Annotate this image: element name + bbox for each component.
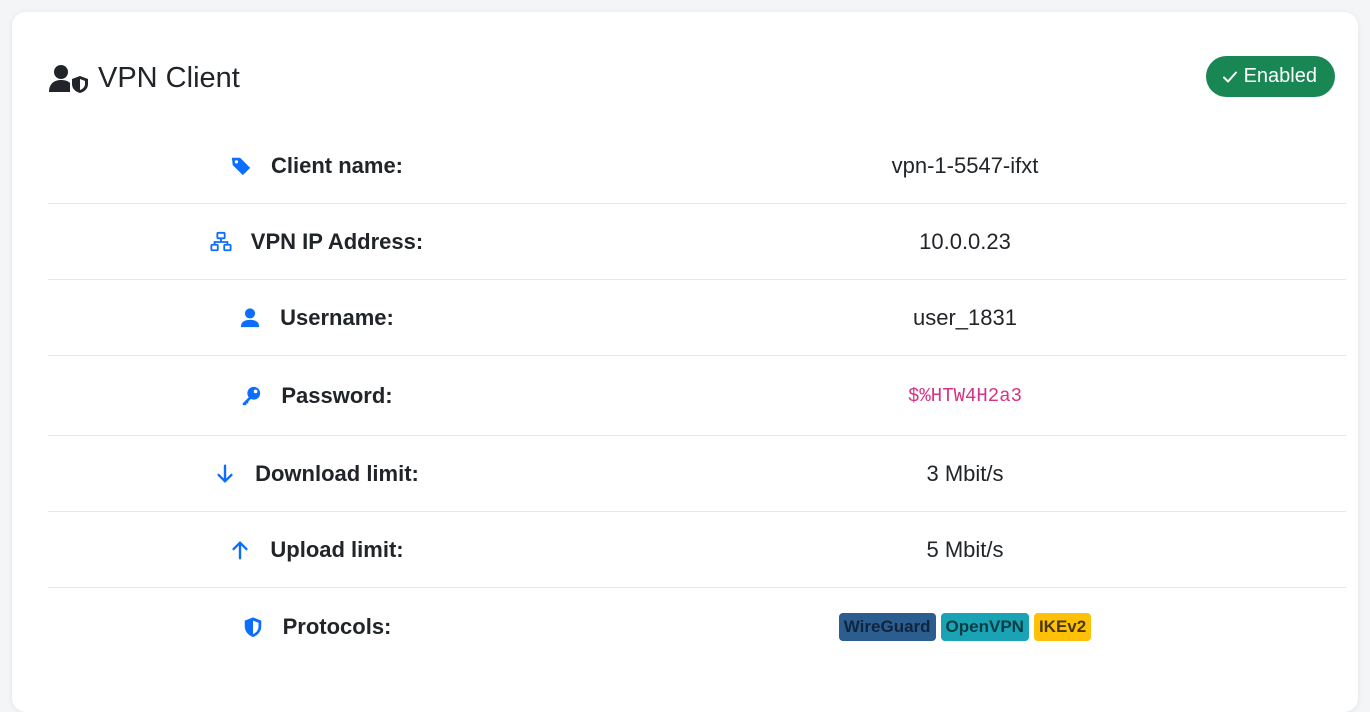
user-shield-icon (48, 64, 92, 94)
arrow-down-icon (213, 462, 237, 486)
vpn-ip-value: 10.0.0.23 (919, 228, 1011, 254)
password-value: $%HTW4H2a3 (907, 384, 1023, 407)
download-limit-value: 3 Mbit/s (926, 460, 1004, 486)
card-header: VPN Client (48, 62, 240, 95)
username-value: user_1831 (913, 304, 1017, 330)
arrow-up-icon (228, 538, 252, 562)
row-username: Username: user_1831 (48, 280, 1346, 356)
row-client-name: Client name: vpn-1-5547-ifxt (48, 128, 1346, 204)
upload-limit-value: 5 Mbit/s (926, 536, 1004, 562)
row-label: Username: (280, 304, 394, 330)
row-password: Password: $%HTW4H2a3 (48, 356, 1346, 436)
network-icon (209, 230, 233, 254)
row-label: Password: (281, 382, 393, 408)
status-label: Enabled (1243, 65, 1317, 87)
user-icon (238, 306, 262, 330)
client-name-value: vpn-1-5547-ifxt (891, 152, 1039, 178)
tag-icon (229, 154, 253, 178)
row-label: Client name: (270, 152, 404, 178)
key-icon (239, 384, 263, 408)
row-label: Download limit: (255, 460, 419, 486)
status-badge: Enabled (1205, 56, 1335, 97)
shield-icon (241, 615, 265, 639)
details-table: Client name: vpn-1-5547-ifxt VPN IP Addr… (48, 128, 1346, 666)
row-download-limit: Download limit: 3 Mbit/s (48, 436, 1346, 512)
row-label: VPN IP Address: (250, 228, 424, 254)
vpn-client-card: VPN Client Enabled Client name: vpn-1-55… (12, 12, 1358, 712)
card-title: VPN Client (98, 62, 240, 94)
protocol-tag-ikev2: IKEv2 (1033, 613, 1092, 641)
protocol-tag-openvpn: OpenVPN (940, 613, 1029, 641)
row-vpn-ip: VPN IP Address: 10.0.0.23 (48, 204, 1346, 280)
check-icon (1222, 71, 1237, 82)
row-label: Upload limit: (270, 536, 404, 562)
row-label: Protocols: (282, 614, 392, 639)
protocol-tag-list: WireGuard OpenVPN IKEv2 (838, 613, 1092, 641)
row-protocols: Protocols: WireGuard OpenVPN IKEv2 (48, 588, 1346, 666)
row-upload-limit: Upload limit: 5 Mbit/s (48, 512, 1346, 588)
protocol-tag-wireguard: WireGuard (838, 613, 936, 641)
